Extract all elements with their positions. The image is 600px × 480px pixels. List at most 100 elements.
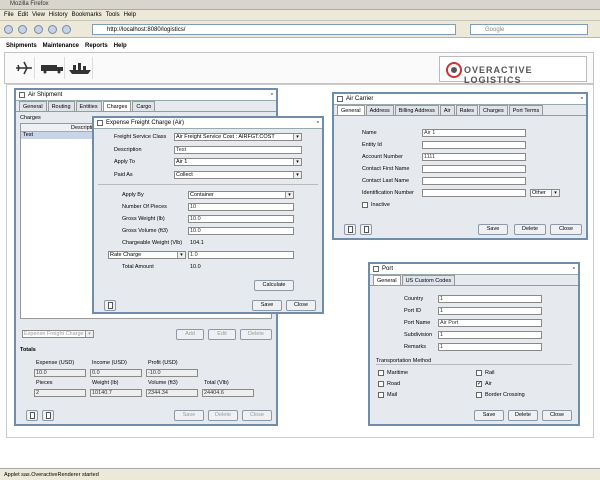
browser-menubar: File Edit View History Bookmarks Tools Help [0,10,600,21]
identification-number-input[interactable] [422,189,526,197]
rate-type-dropdown[interactable]: Rate Charge [108,251,186,259]
delete-button[interactable]: Delete [508,410,538,421]
forward-icon[interactable] [18,25,27,34]
app-menu-reports[interactable]: Reports [85,43,108,49]
entity-id-input[interactable] [422,141,526,149]
remarks-input[interactable]: 1 [438,343,542,351]
back-icon[interactable] [4,25,13,34]
tab-routing[interactable]: Routing [47,101,75,111]
tab-port-terms[interactable]: Port Terms [508,105,544,115]
tab-cargo[interactable]: Cargo [132,101,156,111]
print-icon[interactable] [26,410,38,421]
gross-weight-input[interactable]: 10.0 [188,215,294,223]
search-input[interactable]: Google [470,24,588,35]
close-button[interactable]: Close [542,410,572,421]
maximize-icon[interactable]: ▫ [573,265,575,272]
tab-rates[interactable]: Rates [455,105,478,115]
menu-tools[interactable]: Tools [106,12,120,18]
road-checkbox[interactable] [378,381,384,387]
paid-as-dropdown[interactable]: Collect [174,171,302,179]
menu-view[interactable]: View [32,12,45,18]
rail-checkbox[interactable] [476,370,482,376]
edit-button[interactable]: Edit [208,329,236,340]
air-carrier-window: Air Carrier ▫ General Address Billing Addr… [332,92,588,240]
close-button[interactable]: Close [550,224,582,235]
window-header[interactable]: Port ▫ [370,264,578,275]
mail-checkbox[interactable] [378,392,384,398]
tab-entities[interactable]: Entities [75,101,102,111]
truck-icon[interactable] [39,57,65,79]
port-id-input[interactable]: 1 [438,307,542,315]
tab-billing-address[interactable]: Billing Address [394,105,439,115]
charge-type-dropdown[interactable]: Expense Freight Charge [22,330,94,338]
app-menu-help[interactable]: Help [114,43,127,49]
reload-icon[interactable] [34,25,43,34]
total-amount-label: Total Amount [122,264,154,270]
close-button[interactable]: Close [242,410,272,421]
window-header[interactable]: Expense Freight Charge (Air) ▫ [94,118,322,129]
close-button[interactable]: Close [286,300,316,311]
save-button[interactable]: Save [478,224,508,235]
tab-general[interactable]: General [373,275,401,285]
apply-by-dropdown[interactable]: Container [188,191,294,199]
delete-button[interactable]: Delete [514,224,546,235]
border-crossing-checkbox[interactable] [476,392,482,398]
new-document-icon[interactable] [360,224,372,235]
port-name-input[interactable]: Air Port [438,319,542,327]
save-button[interactable]: Save [252,300,282,311]
country-input[interactable]: 1 [438,295,542,303]
tab-charges[interactable]: Charges [478,105,508,115]
menu-help[interactable]: Help [124,12,136,18]
delete-charge-button[interactable]: Delete [240,329,272,340]
app-menu-maintenance[interactable]: Maintenance [43,43,79,49]
menu-file[interactable]: File [4,12,14,18]
ship-icon[interactable] [67,57,93,79]
divider [376,364,572,365]
identification-type-dropdown[interactable]: Other [530,189,560,197]
subdivision-input[interactable]: 1 [438,331,542,339]
apply-by-label: Apply By [122,192,144,198]
description-input[interactable]: Test [174,146,302,154]
stop-icon[interactable] [48,25,57,34]
save-button[interactable]: Save [474,410,504,421]
tab-air[interactable]: Air [439,105,455,115]
tab-general[interactable]: General [19,101,47,111]
contact-last-name-input[interactable] [422,177,526,185]
tab-us-custom-codes[interactable]: US Custom Codes [401,275,456,285]
save-button[interactable]: Save [174,410,204,421]
add-button[interactable]: Add [176,329,204,340]
new-document-icon[interactable] [42,410,54,421]
description-label: Description [114,147,142,153]
new-document-icon[interactable] [104,300,116,311]
menu-history[interactable]: History [49,12,68,18]
menu-edit[interactable]: Edit [18,12,28,18]
maximize-icon[interactable]: ▫ [317,119,319,126]
gross-volume-input[interactable]: 10.0 [188,227,294,235]
service-class-dropdown[interactable]: Air Freight Service Cost : AIRFGT.COST [174,133,302,141]
account-number-input[interactable]: 1111 [422,153,526,161]
delete-button[interactable]: Delete [208,410,238,421]
maximize-icon[interactable]: ▫ [271,91,273,98]
profit-value: -10.0 [146,369,198,377]
air-checkbox[interactable]: ✓ [476,381,482,387]
window-header[interactable]: Air Carrier ▫ [334,94,586,105]
calculate-button[interactable]: Calculate [254,280,294,291]
menu-bookmarks[interactable]: Bookmarks [72,12,102,18]
window-header[interactable]: Air Shipment ▫ [16,90,276,101]
print-icon[interactable] [344,224,356,235]
pieces-input[interactable]: 10 [188,203,294,211]
app-menu-shipments[interactable]: Shipments [6,43,37,49]
airplane-icon[interactable] [13,57,35,79]
home-icon[interactable] [62,25,71,34]
maximize-icon[interactable]: ▫ [581,95,583,102]
tab-address[interactable]: Address [365,105,394,115]
contact-first-name-input[interactable] [422,165,526,173]
url-bar[interactable]: http://localhost:8080/logistics/ [92,24,456,35]
inactive-checkbox[interactable] [362,202,368,208]
tab-general[interactable]: General [337,105,365,115]
name-input[interactable]: Air 1 [422,129,526,137]
apply-to-dropdown[interactable]: Air 1 [174,158,302,166]
maritime-checkbox[interactable] [378,370,384,376]
tab-charges[interactable]: Charges [102,101,132,111]
rate-input[interactable]: 1.0 [188,251,294,259]
